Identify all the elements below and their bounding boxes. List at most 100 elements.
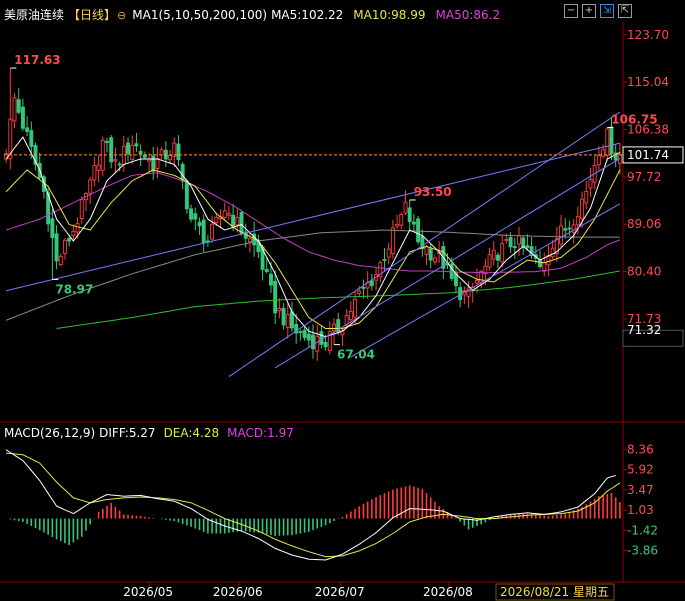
macd-header: MACD(26,12,9) DIFF:5.27 DEA:4.28 MACD:1.97	[4, 426, 298, 440]
candle-body	[226, 213, 231, 216]
candle-body	[550, 247, 555, 258]
annotation-low-3: 67.04	[337, 348, 375, 362]
candle-body	[159, 149, 164, 156]
candle-body	[411, 221, 416, 225]
time-axis-label-2: 2026/07	[315, 585, 365, 599]
price-axis-label-4: 89.06	[627, 217, 661, 231]
ma5-value: MA5:102.22	[271, 8, 344, 22]
macd-dea-line	[6, 452, 621, 558]
macd-axis-label-5: -3.86	[627, 544, 658, 558]
candle-body	[290, 311, 294, 329]
candle-body	[496, 254, 500, 261]
candle-body	[575, 216, 580, 226]
annotation-high-2: 93.50	[414, 185, 452, 199]
candle-body	[155, 158, 160, 169]
macd-diff-value: DIFF:5.27	[99, 426, 156, 440]
candle-body	[491, 249, 496, 260]
ma10-value: MA10:98.99	[353, 8, 426, 22]
candle-body	[580, 198, 585, 219]
candle-body	[386, 248, 391, 258]
candle-body	[134, 143, 139, 147]
candle-body	[609, 126, 614, 155]
macd-axis-label-0: 8.36	[627, 442, 654, 456]
annotation-low-1: 78.97	[55, 282, 93, 296]
candle-body	[277, 308, 282, 312]
candle-body	[12, 97, 17, 122]
candle-body	[353, 298, 358, 318]
annotation-high-4: 106.75	[611, 113, 657, 127]
candle-body	[197, 221, 202, 227]
candle-body	[109, 137, 114, 163]
candle-body	[168, 155, 173, 161]
candle-body	[332, 323, 336, 332]
candle-body	[596, 155, 601, 166]
candle-body	[416, 218, 421, 243]
candle-body	[504, 238, 509, 241]
candle-body	[525, 245, 530, 249]
candle-body	[20, 106, 25, 129]
candle-body	[268, 273, 273, 286]
candle-body	[176, 143, 181, 161]
candle-body	[273, 280, 278, 314]
candle-body	[210, 223, 215, 240]
candle-body	[361, 286, 366, 289]
candle-body	[298, 331, 303, 334]
ma-params-label: MA1(5,10,50,200,100)	[132, 8, 268, 22]
candle-body	[172, 142, 177, 157]
ma50-line	[5, 172, 621, 274]
settings-icon[interactable]: ⊖	[117, 9, 126, 22]
price-axis-label-5: 80.40	[627, 265, 661, 279]
candle-body	[567, 227, 572, 230]
candle-body	[508, 237, 513, 248]
candle-body	[311, 334, 315, 350]
candle-body	[369, 280, 374, 287]
candle-body	[75, 223, 80, 233]
candle-body	[189, 208, 194, 220]
candle-body	[105, 140, 109, 143]
candle-body	[390, 227, 395, 254]
instrument-title[interactable]: 美原油连续	[4, 8, 64, 22]
period-label[interactable]: 【日线】	[68, 8, 116, 22]
macd-axis-label-4: -1.42	[627, 523, 658, 537]
candle-body	[512, 246, 517, 248]
collapse-icon[interactable]: ⇲	[600, 4, 614, 18]
macd-params-label: MACD(26,12,9)	[4, 426, 96, 440]
candle-body	[281, 307, 286, 326]
candle-body	[193, 213, 198, 220]
candlestick-chart[interactable]: 123.70115.04106.3897.7289.0680.4071.738.…	[0, 0, 685, 601]
candle-body	[323, 341, 328, 348]
candle-body	[315, 336, 320, 352]
candle-body	[29, 130, 34, 147]
candle-body	[382, 259, 387, 262]
candle-body	[151, 155, 156, 172]
macd-axis-label-1: 5.92	[627, 463, 654, 477]
candle-body	[79, 199, 84, 220]
candle-body	[357, 290, 362, 294]
candle-body	[428, 248, 433, 261]
candle-body	[348, 310, 353, 320]
macd-axis-label-3: 1.03	[627, 503, 654, 517]
candle-body	[285, 314, 290, 328]
time-axis-label-0: 2026/05	[123, 585, 173, 599]
candle-body	[395, 223, 400, 227]
candle-body	[407, 207, 412, 223]
candle-body	[96, 164, 101, 171]
candle-body	[130, 144, 135, 160]
candle-body	[88, 179, 93, 194]
candle-body	[16, 99, 21, 113]
minus-icon[interactable]: −	[564, 4, 578, 18]
annotation-high-0: 117.63	[14, 53, 60, 67]
candle-body	[538, 259, 542, 268]
candle-body	[584, 190, 589, 204]
candle-body	[319, 331, 324, 345]
candle-body	[50, 218, 55, 238]
candle-body	[487, 254, 492, 268]
candle-body	[71, 230, 76, 236]
candle-body	[201, 219, 206, 244]
price-axis-label-1: 115.04	[627, 75, 669, 89]
trendline-3	[350, 203, 621, 358]
macd-axis-label-2: 3.47	[627, 483, 654, 497]
macd-diff-line	[5, 449, 616, 561]
plus-icon[interactable]: +	[582, 4, 596, 18]
expand-icon[interactable]: ⇱	[618, 4, 632, 18]
